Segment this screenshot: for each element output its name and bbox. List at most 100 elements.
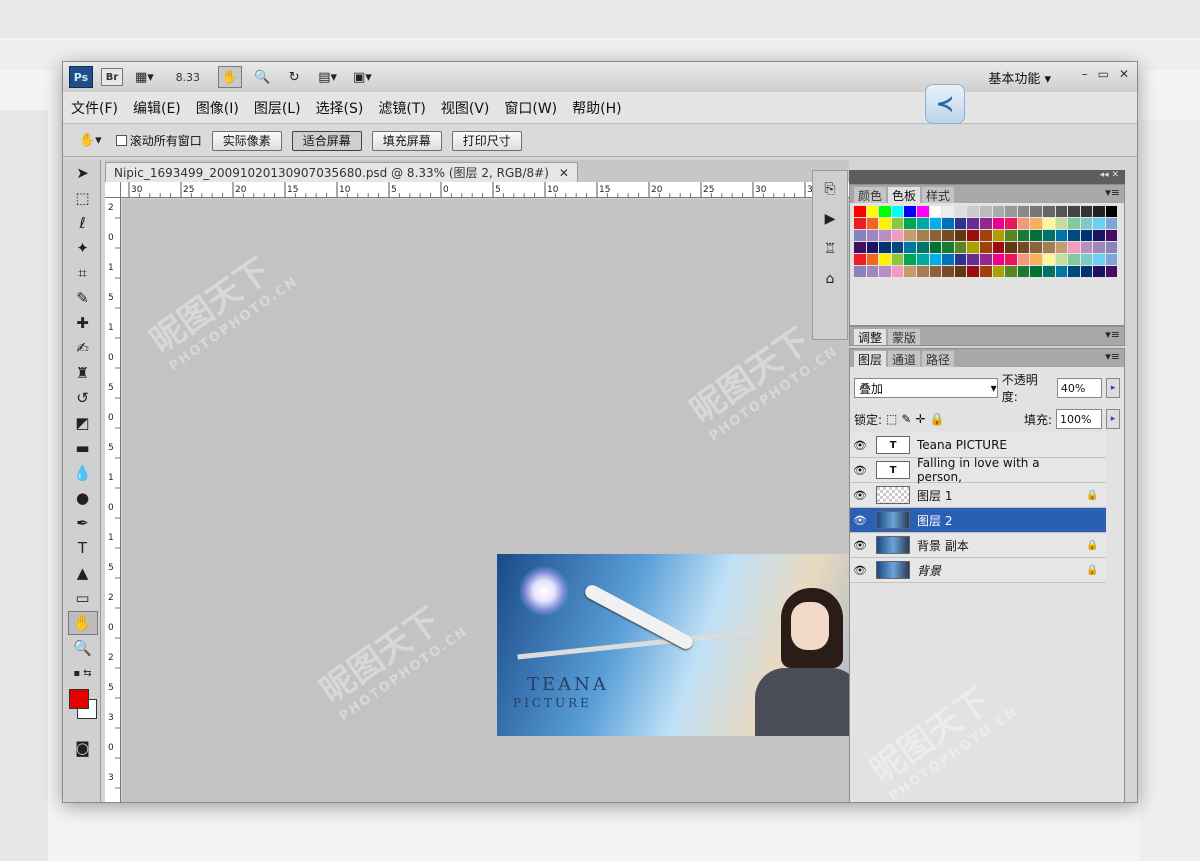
move-tool-icon[interactable]: ➤ — [68, 161, 98, 185]
opacity-slider-button[interactable]: ▸ — [1106, 378, 1120, 398]
color-swatch[interactable] — [1093, 230, 1105, 241]
color-swatch[interactable] — [866, 242, 879, 253]
hand-tool-icon[interactable]: ✋ — [67, 611, 98, 635]
color-swatch[interactable] — [954, 218, 967, 229]
workspace-switcher[interactable]: 基本功能 ▾ — [988, 68, 1051, 87]
tab-color[interactable]: 颜色 — [854, 187, 887, 203]
visibility-eye-icon[interactable]: 👁 — [850, 564, 870, 577]
color-swatch[interactable] — [1080, 266, 1093, 277]
color-swatch[interactable] — [979, 218, 992, 229]
clone-source-panel-icon[interactable]: ♖ — [817, 237, 843, 261]
color-swatch[interactable] — [954, 230, 967, 241]
shape-tool-icon[interactable]: ▭ — [68, 586, 98, 610]
color-swatch[interactable] — [954, 206, 967, 217]
visibility-eye-icon[interactable]: 👁 — [850, 464, 870, 477]
color-swatch[interactable] — [1030, 218, 1042, 229]
color-swatch[interactable] — [916, 266, 929, 277]
color-swatch[interactable] — [1005, 242, 1017, 253]
menu-view[interactable]: 视图(V) — [441, 98, 490, 118]
color-swatch[interactable] — [1093, 254, 1105, 265]
screen-mode-icon[interactable]: ▦▾ — [131, 66, 158, 88]
color-swatch[interactable] — [1005, 254, 1017, 265]
tab-masks[interactable]: 蒙版 — [888, 329, 921, 345]
color-swatch[interactable] — [879, 242, 891, 253]
color-swatches[interactable] — [65, 689, 100, 735]
horizontal-ruler[interactable]: 30 25 20 15 10 5 0 5 10 15 20 25 30 3 — [121, 182, 849, 198]
color-swatch[interactable] — [979, 230, 992, 241]
zoom-tool-icon[interactable]: 🔍 — [68, 636, 98, 660]
color-swatch[interactable] — [1005, 218, 1017, 229]
layer-row[interactable]: 👁 图层 2 — [850, 508, 1106, 533]
actions-panel-icon[interactable]: ▶ — [817, 207, 843, 231]
lock-transparency-icon[interactable]: ⬚ — [886, 412, 897, 426]
tab-paths[interactable]: 路径 — [922, 351, 955, 367]
color-swatch[interactable] — [1017, 266, 1030, 277]
color-swatch[interactable] — [1005, 206, 1017, 217]
foreground-color-swatch[interactable] — [69, 689, 89, 709]
color-swatch[interactable] — [1042, 206, 1055, 217]
color-swatch[interactable] — [967, 218, 979, 229]
close-tab-icon[interactable]: ✕ — [559, 166, 569, 180]
color-swatch[interactable] — [1068, 230, 1080, 241]
color-swatch[interactable] — [854, 218, 866, 229]
minimize-button[interactable]: – — [1082, 67, 1088, 81]
color-swatch[interactable] — [942, 218, 954, 229]
color-swatch[interactable] — [929, 254, 942, 265]
color-swatch[interactable] — [1068, 218, 1080, 229]
layer-row[interactable]: 👁 图层 1 🔒 — [850, 483, 1106, 508]
color-swatch[interactable] — [954, 254, 967, 265]
color-swatch[interactable] — [992, 266, 1005, 277]
fit-screen-button[interactable]: 适合屏幕 — [291, 130, 362, 151]
blend-mode-select[interactable]: 叠加 ▾ — [854, 378, 998, 398]
color-swatch[interactable] — [1042, 266, 1055, 277]
bridge-button[interactable]: Br — [101, 68, 123, 86]
brush-tool-icon[interactable]: ✍ — [68, 336, 98, 360]
tab-styles[interactable]: 样式 — [922, 187, 955, 203]
color-swatch[interactable] — [916, 230, 929, 241]
color-swatch[interactable] — [1068, 266, 1080, 277]
color-swatch[interactable] — [1080, 218, 1093, 229]
arrange-documents-icon[interactable]: ▤▾ — [314, 66, 341, 88]
color-swatch[interactable] — [1017, 242, 1030, 253]
swatch-grid[interactable] — [850, 203, 1124, 280]
color-swatch[interactable] — [942, 266, 954, 277]
panel-menu-icon[interactable]: ▾≡ — [1105, 350, 1120, 363]
color-swatch[interactable] — [854, 206, 866, 217]
gradient-tool-icon[interactable]: ▬ — [68, 436, 98, 460]
color-swatch[interactable] — [854, 230, 866, 241]
lasso-tool-icon[interactable]: ℓ — [68, 211, 98, 235]
menu-select[interactable]: 选择(S) — [316, 98, 364, 118]
color-swatch[interactable] — [1017, 254, 1030, 265]
color-swatch[interactable] — [891, 218, 904, 229]
color-swatch[interactable] — [891, 254, 904, 265]
menu-image[interactable]: 图像(I) — [196, 98, 239, 118]
color-swatch[interactable] — [1030, 242, 1042, 253]
menu-file[interactable]: 文件(F) — [71, 98, 118, 118]
color-swatch[interactable] — [866, 206, 879, 217]
clone-stamp-tool-icon[interactable]: ♜ — [68, 361, 98, 385]
color-swatch[interactable] — [904, 218, 916, 229]
crop-tool-icon[interactable]: ⌗ — [68, 261, 98, 285]
color-swatch[interactable] — [1030, 206, 1042, 217]
color-swatch[interactable] — [979, 242, 992, 253]
color-swatch[interactable] — [916, 206, 929, 217]
menu-layer[interactable]: 图层(L) — [254, 98, 301, 118]
color-swatch[interactable] — [942, 206, 954, 217]
menu-help[interactable]: 帮助(H) — [572, 98, 621, 118]
color-swatch[interactable] — [967, 230, 979, 241]
layer-row[interactable]: 👁 背景 副本 🔒 — [850, 533, 1106, 558]
zoom-level[interactable]: 8.33 — [166, 71, 210, 84]
color-swatch[interactable] — [916, 242, 929, 253]
print-size-button[interactable]: 打印尺寸 — [451, 130, 522, 151]
color-swatch[interactable] — [1105, 266, 1118, 277]
color-swatch[interactable] — [904, 206, 916, 217]
path-selection-tool-icon[interactable]: ▲ — [68, 561, 98, 585]
color-swatch[interactable] — [1105, 254, 1118, 265]
color-swatch[interactable] — [1105, 206, 1118, 217]
tab-layers[interactable]: 图层 — [854, 351, 887, 367]
color-swatch[interactable] — [1005, 230, 1017, 241]
color-swatch[interactable] — [1068, 242, 1080, 253]
tool-preset-icon[interactable]: ✋▾ — [75, 130, 106, 152]
color-swatch[interactable] — [904, 254, 916, 265]
color-swatch[interactable] — [891, 206, 904, 217]
